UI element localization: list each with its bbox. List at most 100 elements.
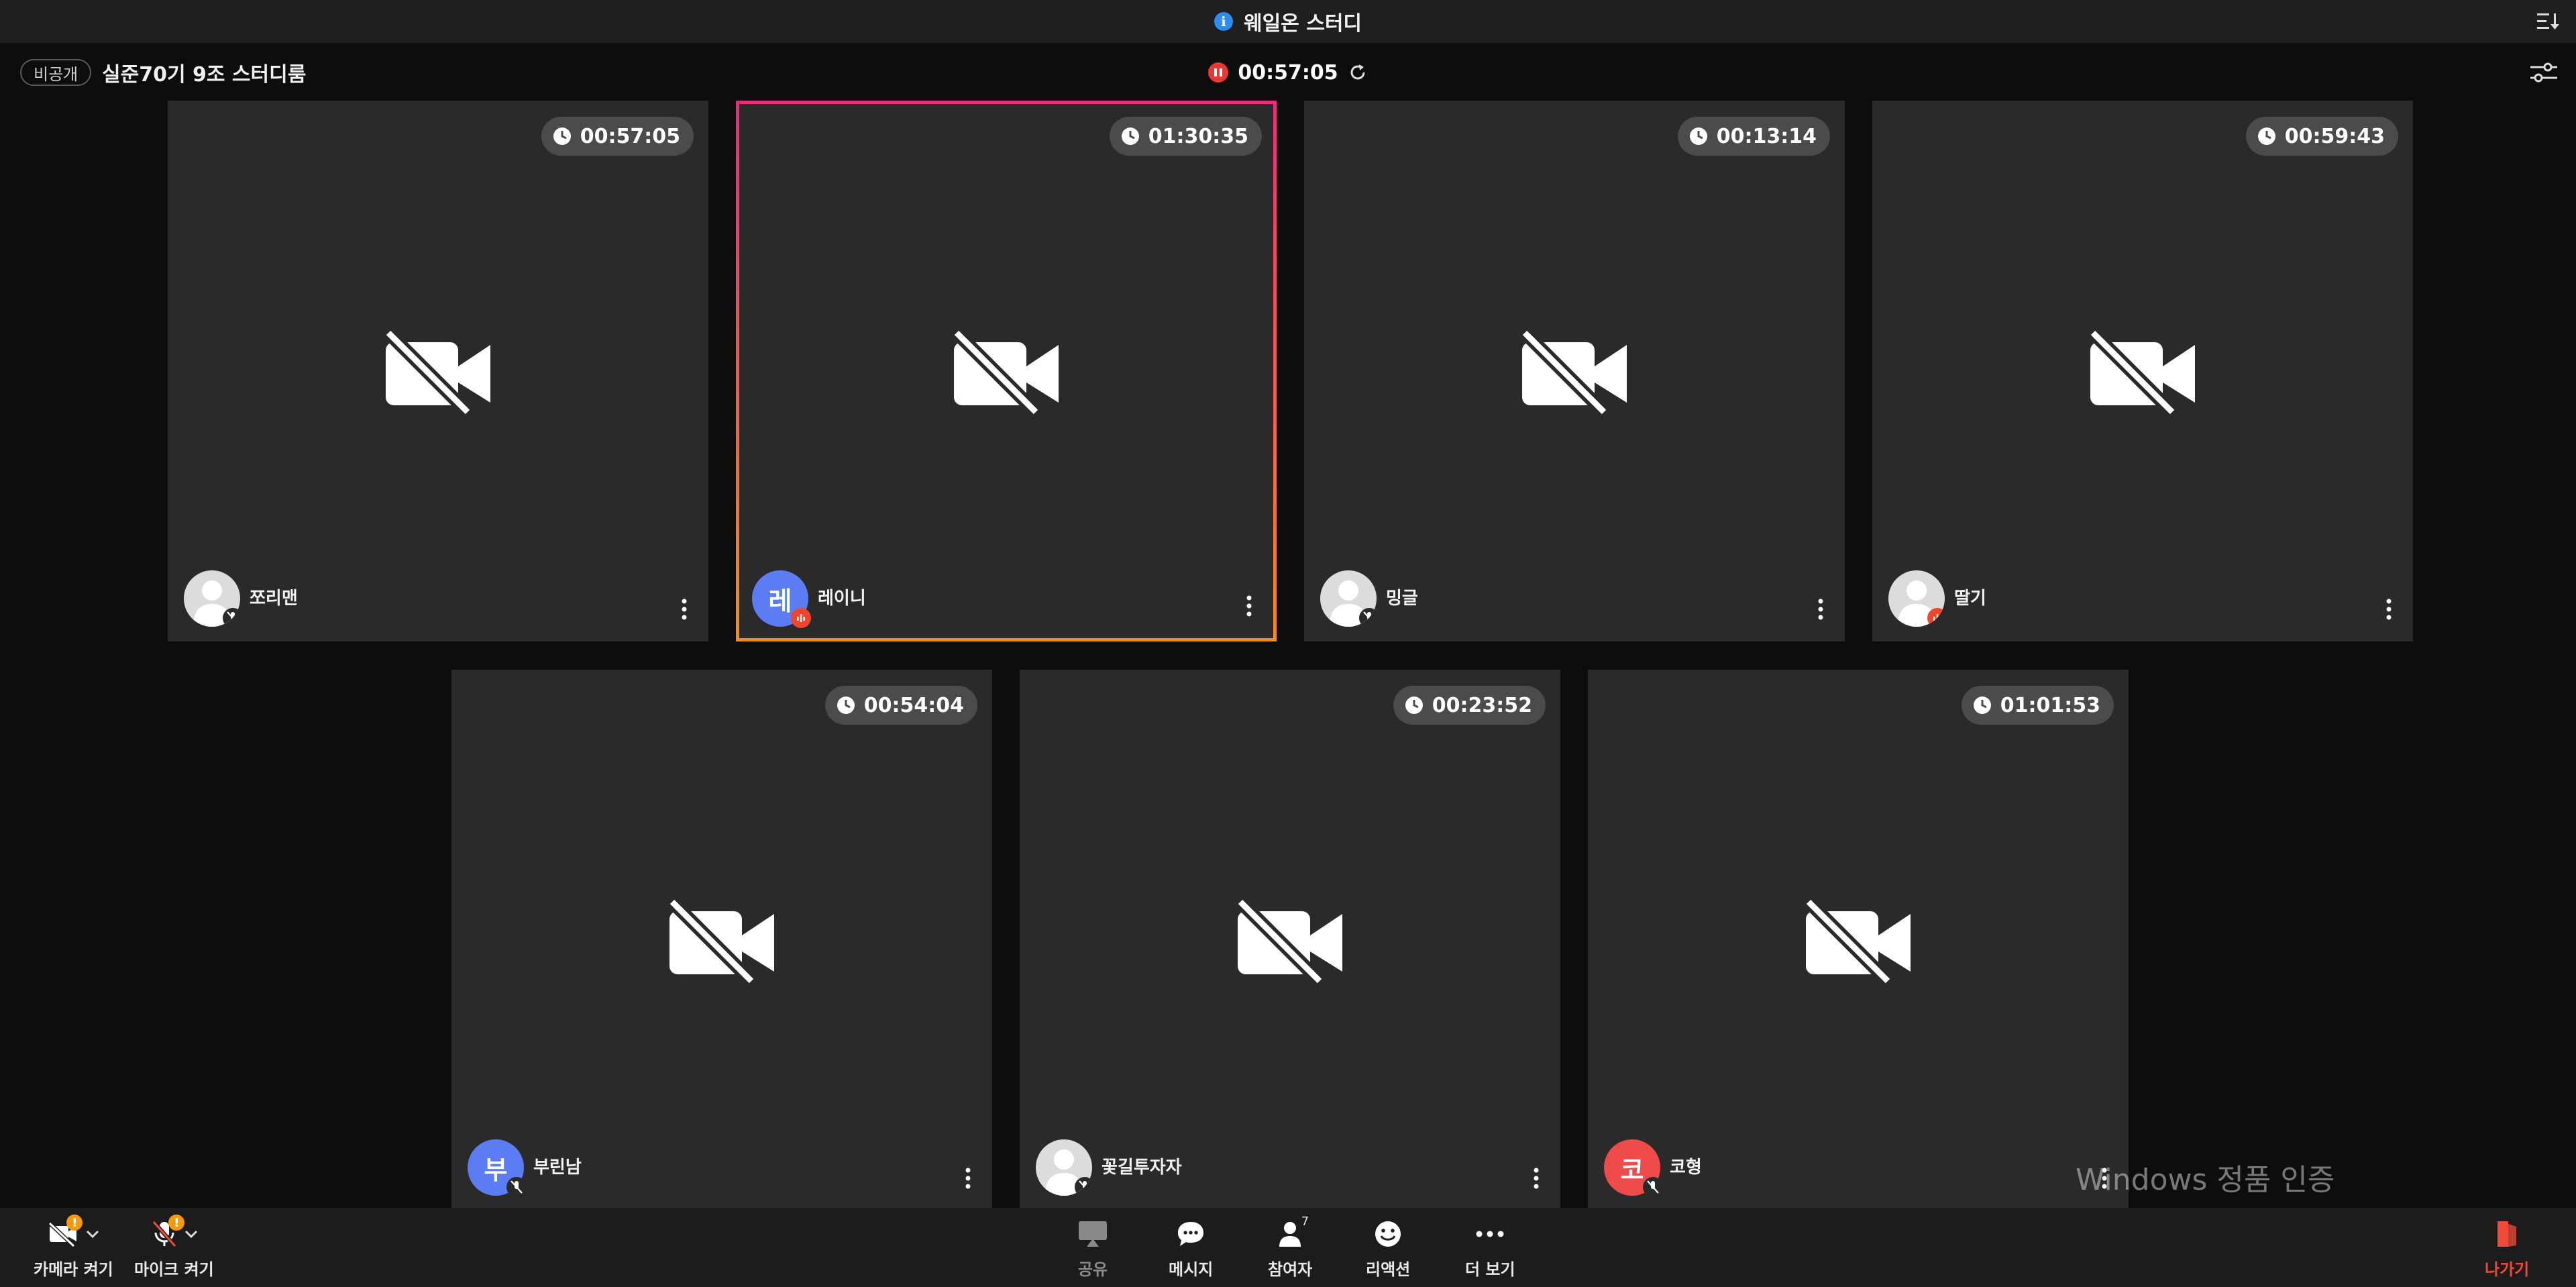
camera-off-icon (1235, 896, 1342, 984)
camera-off-icon (1519, 327, 1627, 415)
window-title: 웨일온 스터디 (1243, 12, 1362, 36)
participant-timer-value: 00:59:43 (2284, 124, 2385, 148)
mic-toggle-button[interactable]: ! 마이크 켜기 (134, 1215, 214, 1280)
participant-timer-value: 00:23:52 (1432, 693, 1532, 717)
screen-share-icon (1079, 1221, 1107, 1247)
participant-timer-value: 01:01:53 (2000, 693, 2100, 717)
participant-timer-value: 00:57:05 (580, 124, 680, 148)
mic-toggle-label: 마이크 켜기 (134, 1260, 214, 1279)
settings-sliders-icon[interactable] (2529, 59, 2559, 86)
participant-timer: 00:13:14 (1677, 117, 1830, 156)
tile-more-options-icon[interactable] (2385, 597, 2393, 621)
participant-name: 부린남 (533, 1157, 582, 1178)
participant-name: 쪼리맨 (250, 588, 298, 609)
window-title-area: i 웨일온 스터디 (0, 0, 2576, 43)
avatar (184, 570, 240, 627)
clock-icon (1973, 697, 1991, 714)
more-button[interactable]: 더 보기 (1465, 1217, 1515, 1280)
exit-door-icon (2498, 1221, 2517, 1247)
leave-label: 나가기 (2485, 1260, 2530, 1279)
avatar-initial: 코 (1620, 1155, 1644, 1185)
participant-name: 레이니 (818, 588, 866, 609)
more-label: 더 보기 (1465, 1260, 1515, 1279)
tile-more-options-icon[interactable] (680, 597, 688, 621)
info-icon[interactable]: i (1214, 12, 1233, 31)
share-button[interactable]: 공유 (1077, 1217, 1108, 1280)
participant-name: 코형 (1670, 1157, 1702, 1178)
room-header: 비공개 실준70기 9조 스터디룸 00:57:05 (0, 43, 2576, 99)
clock-icon (837, 697, 855, 714)
avatar (1888, 570, 1945, 627)
tile-more-options-icon[interactable] (1532, 1166, 1540, 1190)
chat-bubble-icon (1178, 1222, 1204, 1246)
title-bar: i 웨일온 스터디 (0, 0, 2576, 43)
participant-timer: 01:01:53 (1961, 686, 2114, 725)
camera-toggle-button[interactable]: ! 카메라 켜기 (34, 1215, 113, 1280)
tile-more-options-icon[interactable] (964, 1166, 972, 1190)
mic-muted-icon (1643, 1177, 1663, 1197)
avatar: 부 (468, 1139, 527, 1197)
pause-recording-icon[interactable] (1208, 62, 1229, 83)
room-timer: 00:57:05 (0, 59, 2576, 86)
participants-label: 참여자 (1268, 1260, 1313, 1279)
mic-active-icon (1927, 608, 1945, 627)
camera-toggle-label: 카메라 켜기 (34, 1260, 113, 1279)
avatar: 레 (752, 570, 811, 628)
participant-tile[interactable]: 00:23:52 꽃길투자자 (1020, 670, 1560, 1211)
leave-button[interactable]: 나가기 (2485, 1217, 2529, 1280)
watermark-title: Windows 정품 인증 (2076, 1163, 2335, 1197)
mic-muted-icon (1359, 608, 1377, 627)
camera-off-icon (383, 327, 490, 415)
avatar-initial: 부 (484, 1155, 508, 1185)
clock-icon (1121, 127, 1139, 145)
participant-timer: 00:59:43 (2245, 117, 2398, 156)
reaction-button[interactable]: 리액션 (1366, 1217, 1410, 1280)
camera-off-icon (1803, 896, 1911, 984)
avatar-initial: 레 (768, 586, 792, 616)
mic-muted-icon (506, 1177, 527, 1197)
mic-muted-icon (1075, 1177, 1092, 1196)
mic-active-icon (791, 608, 811, 628)
participant-timer-value: 00:13:14 (1716, 124, 1817, 148)
participant-timer: 00:57:05 (541, 117, 694, 156)
participants-button[interactable]: 7 참여자 (1268, 1215, 1313, 1280)
participant-tile[interactable]: 00:13:14 밍글 (1304, 101, 1845, 641)
clock-icon (2257, 127, 2275, 145)
share-label: 공유 (1077, 1260, 1108, 1279)
participant-name: 밍글 (1386, 588, 1418, 609)
room-elapsed-time: 00:57:05 (1238, 60, 1338, 85)
participant-tile[interactable]: 00:57:05 쪼리맨 (168, 101, 708, 641)
camera-off-icon (951, 327, 1059, 415)
clock-icon (1405, 697, 1423, 714)
participants-count: 7 (1301, 1215, 1309, 1229)
clock-icon (553, 127, 571, 145)
participant-timer-value: 00:54:04 (863, 693, 964, 717)
participant-timer: 00:54:04 (824, 686, 977, 725)
refresh-icon[interactable] (1348, 62, 1368, 83)
participant-timer-value: 01:30:35 (1148, 124, 1248, 148)
person-icon (1279, 1222, 1301, 1247)
participant-tile[interactable]: 00:54:04 부 부린남 (451, 670, 992, 1211)
participant-tile[interactable]: 01:30:35 레 레이니 (736, 101, 1277, 641)
smiley-icon (1375, 1221, 1401, 1247)
camera-off-icon (667, 896, 774, 984)
participant-tile[interactable]: 00:59:43 딸기 (1872, 101, 2413, 641)
more-horizontal-icon (1476, 1231, 1504, 1237)
avatar: 코 (1604, 1139, 1663, 1197)
tile-more-options-icon[interactable] (1817, 597, 1825, 621)
participant-timer: 00:23:52 (1393, 686, 1546, 725)
tile-more-options-icon[interactable] (1245, 594, 1253, 618)
message-label: 메시지 (1169, 1260, 1214, 1279)
message-button[interactable]: 메시지 (1169, 1217, 1213, 1280)
mic-muted-icon (223, 608, 240, 627)
avatar (1036, 1139, 1092, 1196)
chevron-down-icon[interactable] (184, 1229, 198, 1239)
sort-layout-icon[interactable] (2536, 9, 2560, 34)
mic-warning-badge: ! (168, 1215, 185, 1231)
participant-timer: 01:30:35 (1109, 117, 1262, 156)
participant-tile[interactable]: 01:01:53 코 코형 (1588, 670, 2129, 1211)
reaction-label: 리액션 (1366, 1260, 1411, 1279)
camera-off-icon (2088, 327, 2195, 415)
participant-name: 딸기 (1954, 588, 1986, 609)
chevron-down-icon[interactable] (86, 1229, 99, 1239)
